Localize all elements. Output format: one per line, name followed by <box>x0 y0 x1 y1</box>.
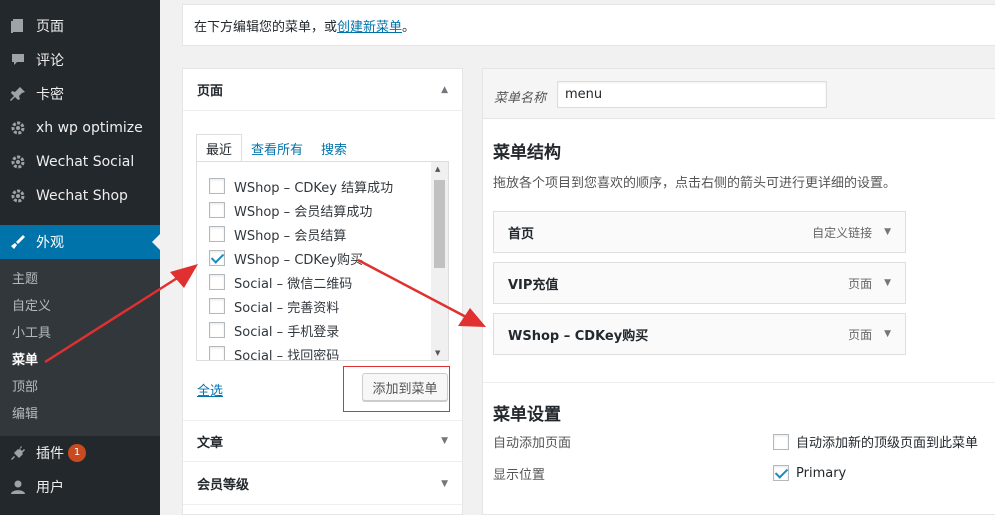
annotation-arrowhead <box>458 308 486 327</box>
annotation-arrow-line <box>44 273 183 364</box>
annotation-arrows <box>44 258 486 364</box>
annotation-arrow-line <box>357 258 469 320</box>
annotation-arrowhead <box>170 264 198 288</box>
